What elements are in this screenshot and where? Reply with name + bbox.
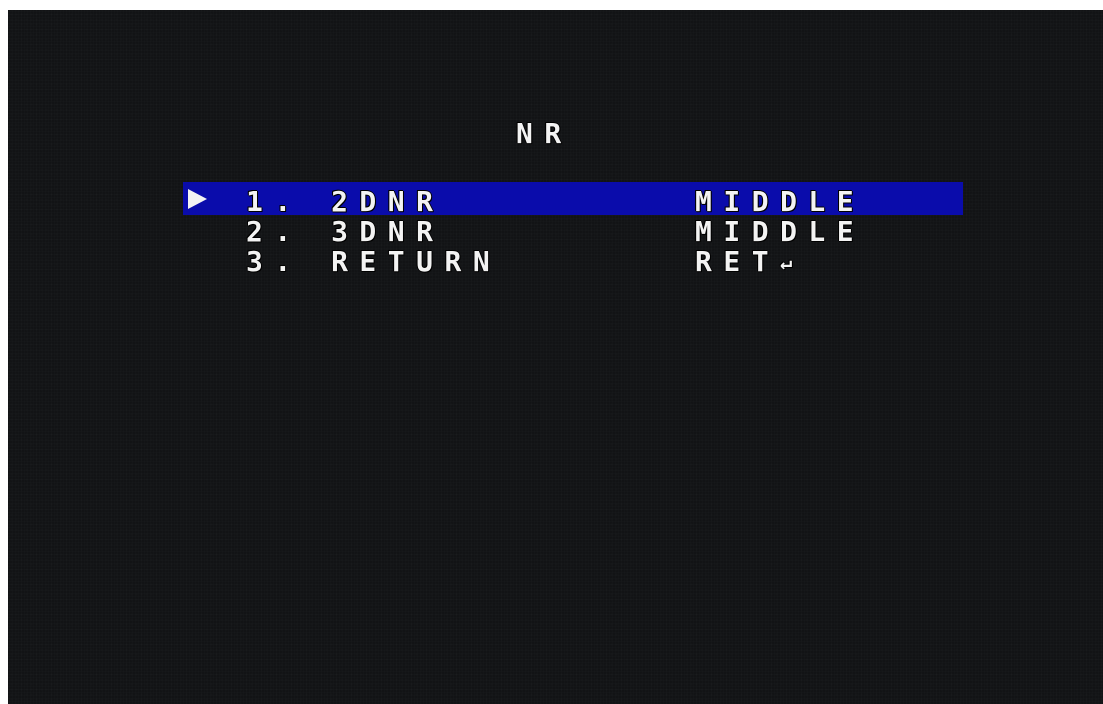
return-arrow-icon: ↵ [780, 250, 793, 274]
menu-item-label: 1. 2DNR [246, 185, 445, 218]
menu-item-3dnr[interactable]: 2. 3DNR MIDDLE [8, 218, 1103, 246]
menu-item-label: 2. 3DNR [246, 215, 445, 248]
menu-item-label: 3. RETURN [246, 245, 502, 278]
menu-item-2dnr[interactable]: 1. 2DNR MIDDLE [8, 188, 1103, 216]
osd-screen: NR 1. 2DNR MIDDLE 2. 3DNR MIDDLE 3. RETU… [8, 10, 1103, 704]
menu-title: NR [516, 117, 573, 150]
menu-item-value[interactable]: RET↵ [695, 248, 792, 276]
menu-item-value[interactable]: MIDDLE [695, 188, 865, 216]
menu-item-return[interactable]: 3. RETURN RET↵ [8, 248, 1103, 276]
menu-item-value[interactable]: MIDDLE [695, 218, 865, 246]
return-value-text: RET [695, 245, 781, 278]
